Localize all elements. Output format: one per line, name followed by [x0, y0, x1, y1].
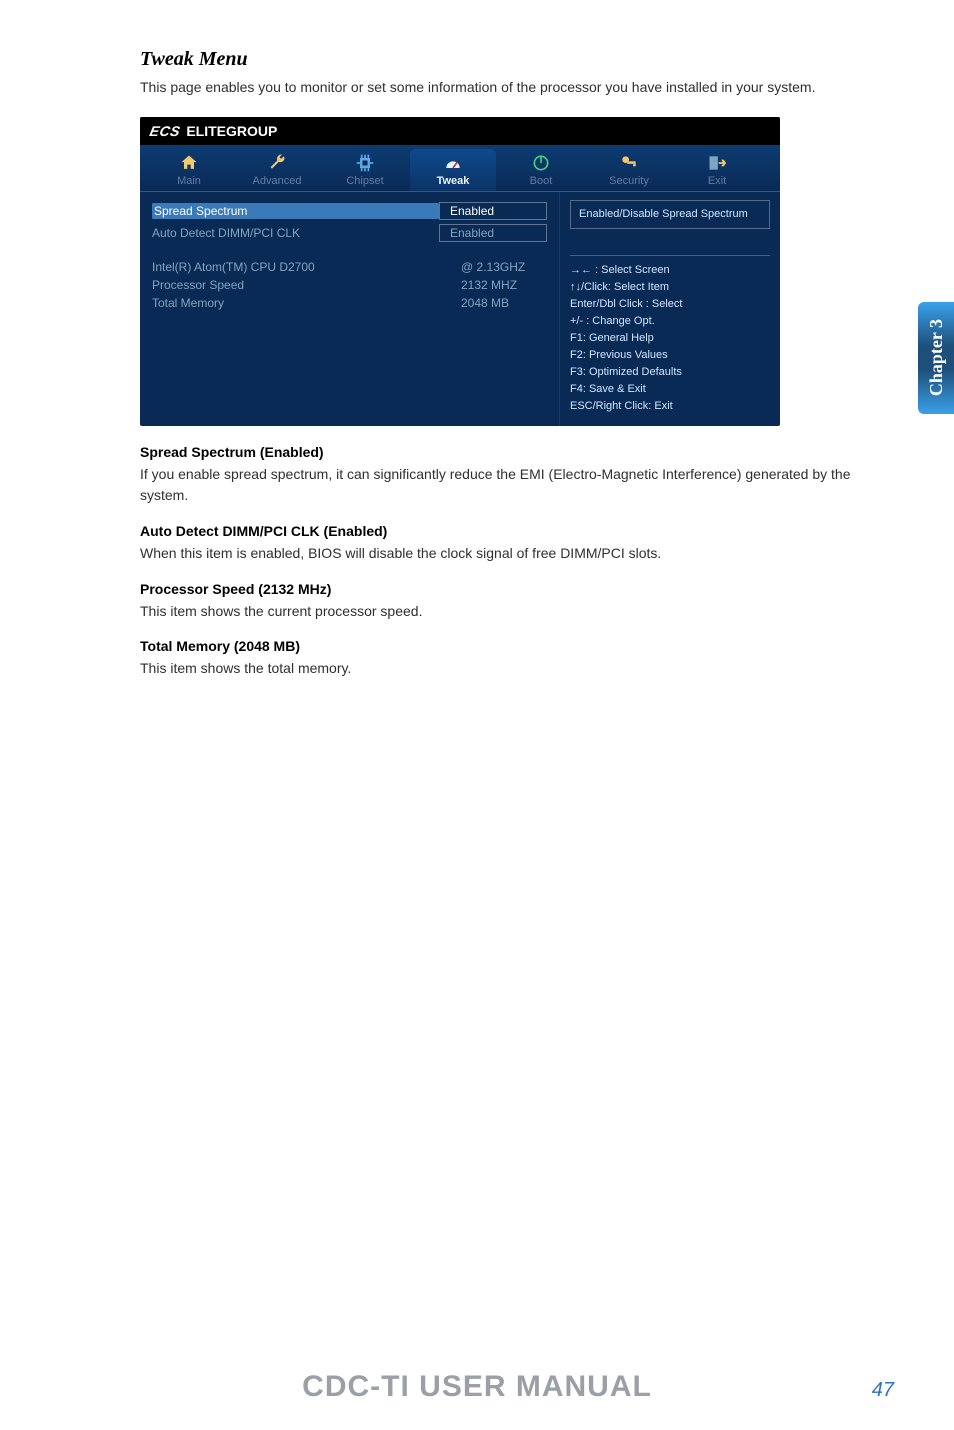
bios-help-line: →← : Select Screen	[570, 262, 770, 279]
bios-row-label: Spread Spectrum	[152, 203, 439, 219]
chapter-tab: Chapter 3	[918, 302, 954, 414]
exit-icon	[706, 153, 728, 173]
bios-gap	[152, 246, 547, 260]
bios-help-line: F1: General Help	[570, 330, 770, 347]
bios-tab-label: Boot	[530, 175, 553, 187]
bios-row-value: @ 2.13GHZ	[461, 260, 547, 274]
gauge-icon	[442, 153, 464, 173]
bios-row-label: Intel(R) Atom(TM) CPU D2700	[152, 260, 461, 274]
entry-heading: Processor Speed (2132 MHz)	[140, 581, 894, 597]
page-footer: CDC-TI USER MANUAL 47	[0, 1370, 954, 1404]
ecs-logo: ECS	[148, 123, 182, 139]
chip-icon	[354, 153, 376, 173]
bios-help-line: ESC/Right Click: Exit	[570, 398, 770, 415]
bios-row: Total Memory2048 MB	[152, 296, 547, 310]
bios-tab-boot[interactable]: Boot	[498, 149, 584, 191]
bios-tab-label: Advanced	[253, 175, 302, 187]
page: Tweak Menu This page enables you to moni…	[0, 0, 954, 1430]
entries: Spread Spectrum (Enabled) If you enable s…	[140, 444, 894, 680]
bios-screenshot: ECS ELITEGROUP Main Advanced Chipset Tweak B…	[140, 117, 780, 426]
bios-tab-label: Tweak	[437, 175, 470, 187]
key-icon	[618, 153, 640, 173]
bios-tab-label: Security	[609, 175, 649, 187]
bios-help-line: F2: Previous Values	[570, 347, 770, 364]
bios-tab-strip: Main Advanced Chipset Tweak Boot Security Exit	[140, 145, 780, 192]
bios-tab-main[interactable]: Main	[146, 149, 232, 191]
power-icon	[530, 153, 552, 173]
bios-tab-exit[interactable]: Exit	[674, 149, 760, 191]
bios-help-line: F4: Save & Exit	[570, 381, 770, 398]
bios-tab-label: Main	[177, 175, 201, 187]
bios-help-line: +/- : Change Opt.	[570, 313, 770, 330]
home-icon	[178, 153, 200, 173]
bios-row[interactable]: Spread SpectrumEnabled	[152, 202, 547, 220]
bios-row-value: Enabled	[439, 224, 547, 242]
bios-tab-label: Chipset	[346, 175, 383, 187]
bios-row-label: Auto Detect DIMM/PCI CLK	[152, 226, 439, 240]
bios-row: Processor Speed2132 MHZ	[152, 278, 547, 292]
bios-row-label: Total Memory	[152, 296, 461, 310]
bios-tab-advanced[interactable]: Advanced	[234, 149, 320, 191]
chapter-tab-label: Chapter 3	[926, 319, 947, 396]
entry-body: This item shows the total memory.	[140, 658, 894, 680]
footer-brand: CDC-TI USER MANUAL	[302, 1370, 652, 1404]
bios-tab-label: Exit	[708, 175, 726, 187]
entry-body: This item shows the current processor sp…	[140, 601, 894, 623]
bios-help-context: Enabled/Disable Spread Spectrum	[570, 200, 770, 229]
bios-row-label: Processor Speed	[152, 278, 461, 292]
wrench-icon	[266, 153, 288, 173]
bios-right-pane: Enabled/Disable Spread Spectrum →← : Sel…	[559, 192, 780, 426]
entry-heading: Spread Spectrum (Enabled)	[140, 444, 894, 460]
bios-tab-security[interactable]: Security	[586, 149, 672, 191]
bios-help-line: ↑↓/Click: Select Item	[570, 279, 770, 296]
bios-row[interactable]: Auto Detect DIMM/PCI CLKEnabled	[152, 224, 547, 242]
bios-brand-bar: ECS ELITEGROUP	[140, 117, 780, 145]
bios-row-value: 2132 MHZ	[461, 278, 547, 292]
bios-left-pane: Spread SpectrumEnabledAuto Detect DIMM/P…	[140, 192, 559, 426]
bios-help-keys: →← : Select Screen↑↓/Click: Select ItemE…	[570, 255, 770, 415]
bios-brand-label: ELITEGROUP	[186, 123, 277, 139]
entry-heading: Auto Detect DIMM/PCI CLK (Enabled)	[140, 523, 894, 539]
page-title: Tweak Menu	[140, 48, 894, 71]
bios-tab-tweak[interactable]: Tweak	[410, 149, 496, 191]
entry-heading: Total Memory (2048 MB)	[140, 638, 894, 654]
bios-tab-chipset[interactable]: Chipset	[322, 149, 408, 191]
footer-page-number: 47	[872, 1379, 894, 1402]
bios-body: Spread SpectrumEnabledAuto Detect DIMM/P…	[140, 192, 780, 426]
bios-row-value: 2048 MB	[461, 296, 547, 310]
entry-body: If you enable spread spectrum, it can si…	[140, 464, 894, 507]
lead-text: This page enables you to monitor or set …	[140, 77, 894, 99]
bios-help-line: F3: Optimized Defaults	[570, 364, 770, 381]
bios-row-value: Enabled	[439, 202, 547, 220]
entry-body: When this item is enabled, BIOS will dis…	[140, 543, 894, 565]
bios-help-line: Enter/Dbl Click : Select	[570, 296, 770, 313]
bios-row: Intel(R) Atom(TM) CPU D2700@ 2.13GHZ	[152, 260, 547, 274]
